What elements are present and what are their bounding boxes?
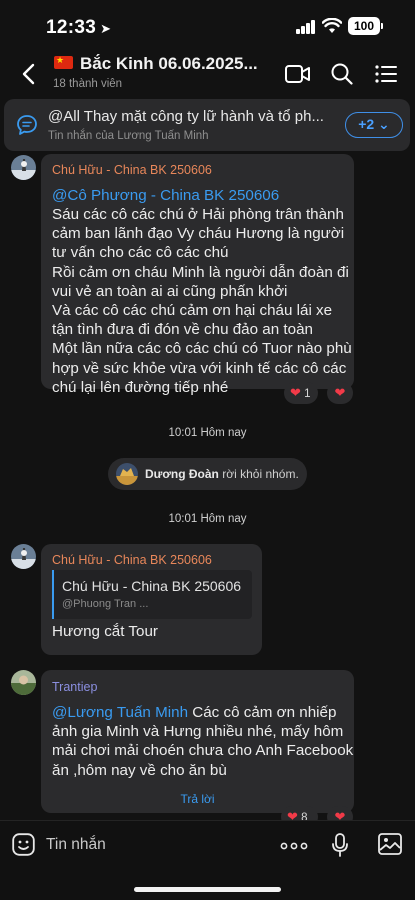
message-sender[interactable]: Trantiep <box>52 680 97 694</box>
chat-header: ★ Bắc Kinh 06.06.2025... 18 thành viên <box>0 52 415 96</box>
avatar[interactable] <box>11 155 36 180</box>
message-bubble[interactable]: Trantiep @Lương Tuấn Minh Các cô cảm ơn … <box>41 670 354 813</box>
avatar[interactable] <box>11 670 36 695</box>
quoted-sender: Chú Hữu - China BK 250606 <box>62 578 242 594</box>
pinned-message-icon <box>17 115 37 135</box>
message-text: Hương cắt Tour <box>52 623 158 640</box>
member-count[interactable]: 18 thành viên <box>53 78 122 90</box>
chat-title[interactable]: Bắc Kinh 06.06.2025... <box>80 54 258 74</box>
home-indicator <box>134 887 281 892</box>
message-line: tư vấn cho các cô các chú <box>52 244 229 262</box>
message-line: Rồi cảm ơn cháu Minh là người dẫn đoàn đ… <box>52 263 349 281</box>
quoted-text: @Phuong Tran ... <box>62 598 149 610</box>
time-separator: 10:01 Hôm nay <box>168 427 247 439</box>
react-heart-button[interactable]: ❤ <box>327 382 353 404</box>
battery-indicator: 100 <box>348 17 380 35</box>
china-flag-icon: ★ <box>54 55 73 69</box>
avatar[interactable] <box>116 463 138 485</box>
message-line: cảm ban lãnh đạo Vy cháu Hương là người <box>52 225 345 243</box>
message-line: Và các cô các chú cảm ơn hại cháu lái xe <box>52 302 333 320</box>
message-mention[interactable]: @Cô Phương - China BK 250606 <box>52 186 279 205</box>
microphone-icon[interactable] <box>331 833 349 857</box>
quoted-message[interactable]: Chú Hữu - China BK 250606 @Phuong Tran .… <box>52 570 252 619</box>
message-line: tận tình đưa đi đón về chu đảo an toàn <box>52 321 313 339</box>
message-line: mải chơi mải choén chưa cho Anh Facebook <box>52 742 354 760</box>
reply-button[interactable]: Trả lời <box>41 792 354 806</box>
system-user-name[interactable]: Dương Đoàn <box>145 467 219 481</box>
system-notice-text: Dương Đoàn rời khỏi nhóm. <box>145 467 299 481</box>
avatar[interactable] <box>11 544 36 569</box>
status-bar: 12:33 ➤ 100 <box>0 0 415 52</box>
time-separator: 10:01 Hôm nay <box>168 513 247 525</box>
search-icon[interactable] <box>331 63 353 85</box>
system-notice: Dương Đoàn rời khỏi nhóm. <box>108 458 307 490</box>
pinned-message-author: Tin nhắn của Lương Tuấn Minh <box>48 130 209 142</box>
message-sender[interactable]: Chú Hữu - China BK 250606 <box>52 163 212 177</box>
quote-bar <box>52 570 54 619</box>
message-line: hợp về sức khỏe vừa với kinh tế các cô c… <box>52 359 347 377</box>
battery-tip <box>381 23 383 29</box>
message-sender[interactable]: Chú Hữu - China BK 250606 <box>52 553 212 567</box>
system-action: rời khỏi nhóm. <box>218 467 299 481</box>
cellular-signal-icon <box>296 20 316 34</box>
message-line-rest: Các cô cảm ơn nhiếp <box>188 704 337 721</box>
message-bubble[interactable]: Chú Hữu - China BK 250606 Chú Hữu - Chin… <box>41 544 262 655</box>
reaction-count-chip[interactable]: ❤ 1 <box>284 382 318 404</box>
image-gallery-icon[interactable] <box>378 833 402 855</box>
video-call-icon[interactable] <box>285 64 310 84</box>
message-line: Một lần nữa các cô các chú có Tuor nào p… <box>52 340 352 358</box>
message-line: vui vẻ an toàn ai ai cũng phấn khởi <box>52 282 288 300</box>
emoji-sticker-icon[interactable] <box>12 833 35 856</box>
message-line: ảnh gia Minh và Hưng nhiều nhé, mấy hôm <box>52 723 344 741</box>
wifi-icon <box>322 18 342 33</box>
message-text: Sáu các cô các chú ở Hải phòng trân thàn… <box>52 205 352 397</box>
message-line: Sáu các cô các chú ở Hải phòng trân thàn… <box>52 206 344 223</box>
back-button[interactable] <box>18 61 42 87</box>
message-input-bar: Tin nhắn <box>0 820 415 900</box>
mention-link[interactable]: @Cô Phương - China BK 250606 <box>52 187 279 204</box>
mention-link[interactable]: @Lương Tuấn Minh <box>52 704 188 721</box>
pinned-message-bar[interactable]: @All Thay mặt công ty lữ hành và tổ ph..… <box>4 99 410 151</box>
heart-icon: ❤ <box>290 385 301 400</box>
location-arrow-icon: ➤ <box>100 21 112 36</box>
pinned-more-button[interactable]: +2 ⌄ <box>345 112 403 138</box>
clock-text: 12:33 <box>46 17 97 38</box>
message-bubble[interactable]: Chú Hữu - China BK 250606 @Cô Phương - C… <box>41 154 354 396</box>
more-options-icon[interactable] <box>280 842 308 850</box>
pinned-message-text: @All Thay mặt công ty lữ hành và tổ ph..… <box>48 108 324 125</box>
message-input[interactable]: Tin nhắn <box>46 836 106 854</box>
message-line: @Lương Tuấn Minh Các cô cảm ơn nhiếp <box>52 703 353 722</box>
message-text: @Lương Tuấn Minh Các cô cảm ơn nhiếp ảnh… <box>52 703 353 780</box>
menu-list-icon[interactable] <box>375 65 397 83</box>
message-line: ăn ,hôm nay về cho ăn bù <box>52 761 227 779</box>
heart-icon: ❤ <box>334 385 346 400</box>
reaction-count: 1 <box>304 388 311 400</box>
status-time: 12:33 ➤ <box>46 17 111 39</box>
